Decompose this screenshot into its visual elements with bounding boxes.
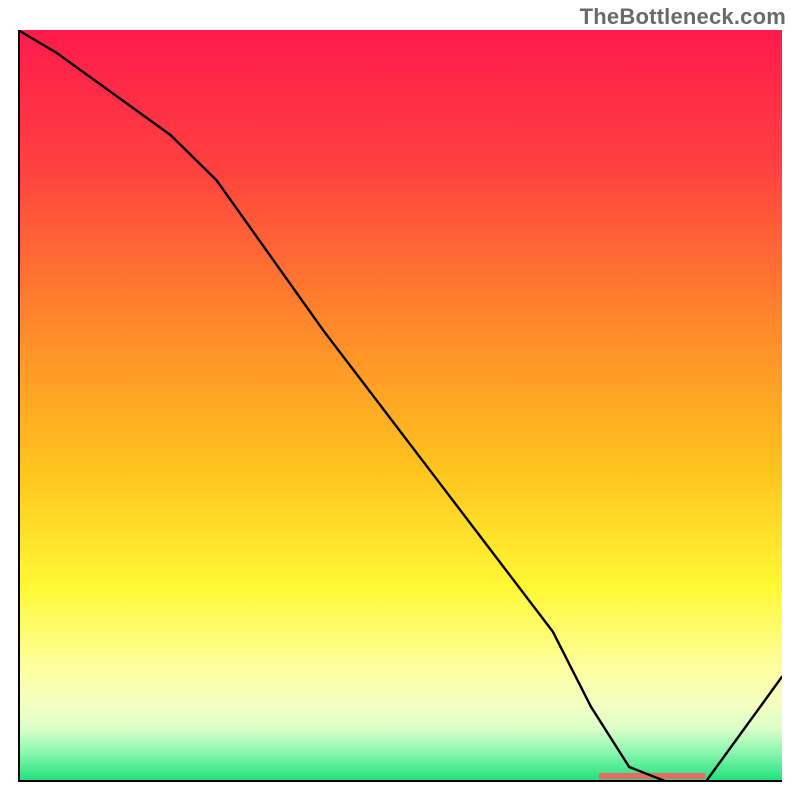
plot-frame xyxy=(18,30,782,782)
gradient-fill xyxy=(18,30,782,782)
chart-container: TheBottleneck.com xyxy=(0,0,800,800)
bottleneck-chart xyxy=(18,30,782,782)
watermark-text: TheBottleneck.com xyxy=(580,4,786,30)
